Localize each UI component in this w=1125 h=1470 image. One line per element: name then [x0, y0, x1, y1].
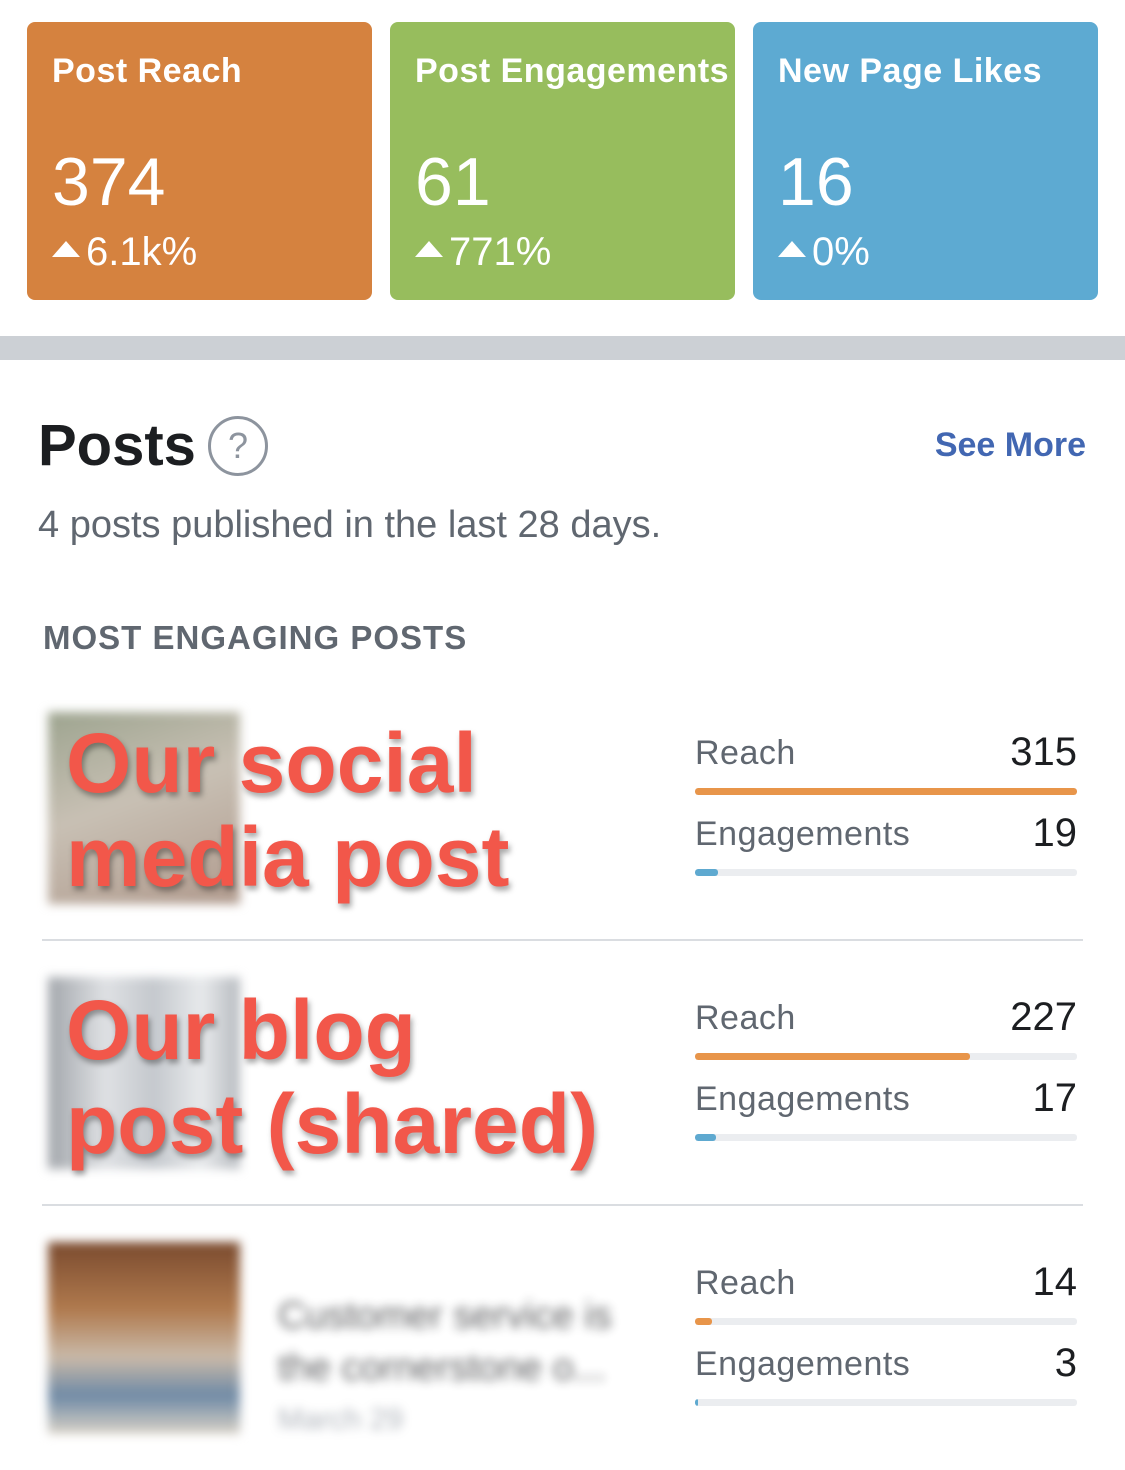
reach-stat: Reach 14: [695, 1258, 1077, 1339]
posts-title: Posts: [38, 413, 196, 478]
reach-label: Reach: [695, 999, 796, 1037]
engagements-label: Engagements: [695, 1345, 911, 1383]
post-date: March 29: [278, 1403, 404, 1436]
engagements-label: Engagements: [695, 815, 911, 853]
engagements-stat: Engagements 19: [695, 809, 1077, 890]
card-value: 61: [415, 144, 491, 220]
engagements-bar-fill: [695, 869, 718, 876]
card-title: New Page Likes: [778, 52, 1043, 90]
reach-bar: [695, 788, 1077, 795]
card-title: Post Reach: [52, 52, 243, 90]
reach-bar-fill: [695, 1318, 712, 1325]
metric-cards: Post Reach 374 6.1k% Post Engagements 61…: [27, 22, 1098, 300]
most-engaging-label: MOST ENGAGING POSTS: [43, 619, 468, 656]
posts-subtitle: 4 posts published in the last 28 days.: [38, 504, 662, 546]
card-change: 6.1k%: [52, 229, 197, 275]
see-more-link[interactable]: See More: [935, 424, 1086, 466]
reach-label: Reach: [695, 734, 796, 772]
engagements-stat: Engagements 17: [695, 1074, 1077, 1155]
card-change-value: 6.1k%: [86, 230, 198, 274]
post-stats: Reach 315 Engagements 19: [695, 728, 1077, 890]
reach-value: 227: [1010, 995, 1077, 1039]
post-preview-line: the cornerstone o...: [278, 1347, 606, 1389]
card-value: 374: [52, 144, 166, 220]
reach-value: 315: [1010, 730, 1077, 774]
new-page-likes-card[interactable]: New Page Likes 16 0%: [753, 22, 1098, 300]
post-row[interactable]: Our social media post Reach 315 Engageme…: [42, 676, 1083, 940]
post-annotation-line: Our blog post (shared): [66, 983, 599, 1171]
engagements-value: 3: [1054, 1341, 1077, 1385]
card-change-value: 771%: [449, 230, 552, 274]
post-thumbnail[interactable]: [48, 1242, 240, 1434]
reach-stat: Reach 315: [695, 728, 1077, 809]
card-change: 771%: [415, 229, 551, 275]
reach-bar-fill: [695, 788, 1077, 795]
engagements-bar: [695, 1134, 1077, 1141]
reach-bar: [695, 1053, 1077, 1060]
card-change: 0%: [778, 229, 870, 275]
arrow-up-icon: [778, 241, 806, 257]
post-reach-card[interactable]: Post Reach 374 6.1k%: [27, 22, 372, 300]
post-preview-text[interactable]: Customer service is the cornerstone o...…: [278, 1290, 668, 1446]
post-annotation-line: Our social media post: [66, 716, 510, 904]
reach-value: 14: [1032, 1260, 1078, 1304]
post-annotation: Our blog post (shared): [66, 983, 598, 1171]
engagements-stat: Engagements 3: [695, 1339, 1077, 1420]
engagements-bar: [695, 869, 1077, 876]
card-change-value: 0%: [812, 230, 870, 274]
arrow-up-icon: [415, 241, 443, 257]
post-row[interactable]: Customer service is the cornerstone o...…: [42, 1206, 1083, 1470]
engagements-bar-fill: [695, 1399, 699, 1406]
engagements-bar: [695, 1399, 1077, 1406]
reach-bar: [695, 1318, 1077, 1325]
card-title: Post Engagements: [415, 52, 730, 90]
engagements-value: 19: [1032, 811, 1078, 855]
section-divider: [0, 336, 1125, 360]
post-row[interactable]: Our blog post (shared) Reach 227 Engagem…: [42, 941, 1083, 1205]
question-circle-icon[interactable]: ?: [208, 416, 268, 476]
reach-label: Reach: [695, 1264, 796, 1302]
reach-stat: Reach 227: [695, 993, 1077, 1074]
post-engagements-card[interactable]: Post Engagements 61 771%: [390, 22, 735, 300]
engagements-label: Engagements: [695, 1080, 911, 1118]
engagements-bar-fill: [695, 1134, 716, 1141]
reach-bar-fill: [695, 1053, 971, 1060]
card-value: 16: [778, 144, 854, 220]
engagements-value: 17: [1032, 1076, 1078, 1120]
arrow-up-icon: [52, 241, 80, 257]
post-stats: Reach 14 Engagements 3: [695, 1258, 1077, 1420]
post-annotation: Our social media post: [66, 716, 509, 904]
post-stats: Reach 227 Engagements 17: [695, 993, 1077, 1155]
post-preview-line: Customer service is: [278, 1295, 612, 1337]
